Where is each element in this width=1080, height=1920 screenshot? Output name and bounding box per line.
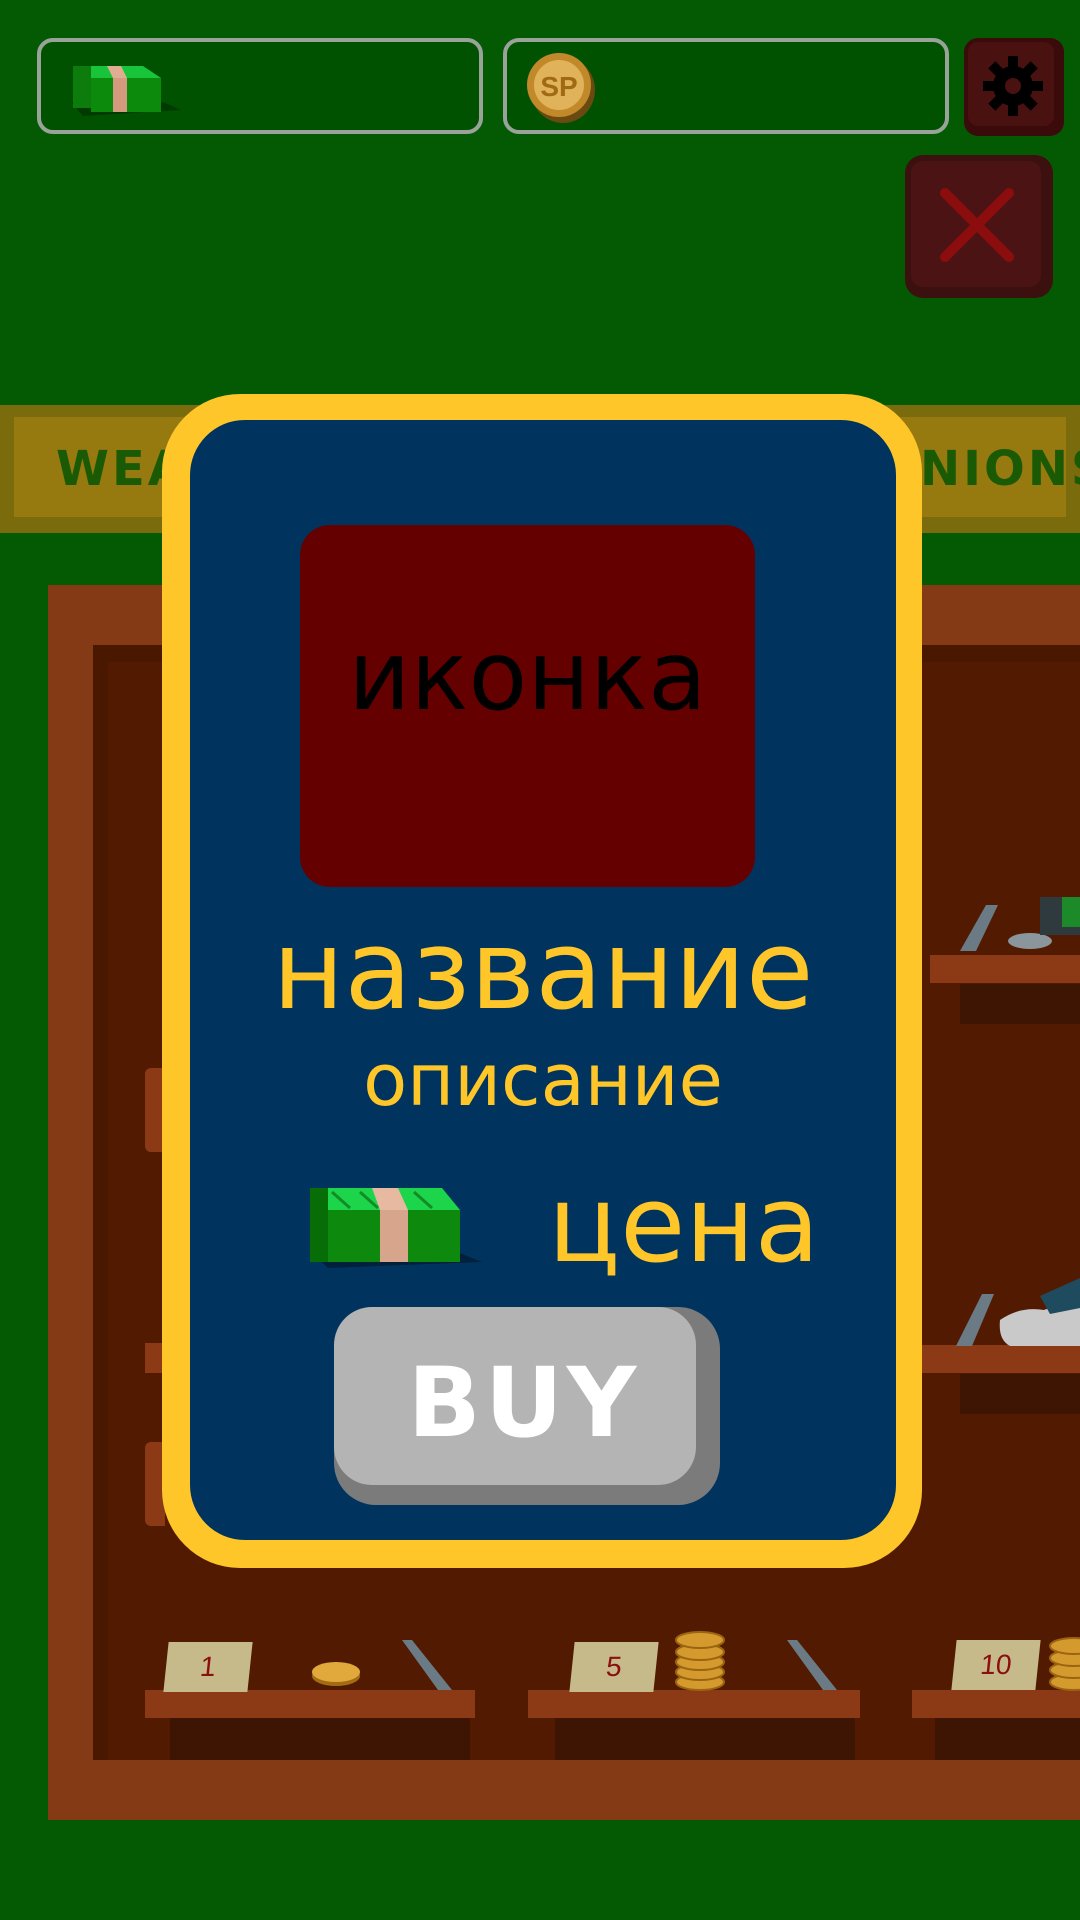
- tab-minions-label: NIONS: [920, 441, 1080, 497]
- shelf: [145, 1690, 475, 1718]
- price-tag-5[interactable]: 5: [569, 1642, 659, 1692]
- shelf: [930, 955, 1080, 983]
- buy-button[interactable]: BUY: [334, 1307, 720, 1505]
- gear-icon: [983, 56, 1043, 116]
- cash-counter: [37, 38, 483, 134]
- boots-item: [956, 1278, 1080, 1346]
- shelf: [528, 1690, 860, 1718]
- close-button[interactable]: [905, 155, 1053, 298]
- item-name: название: [272, 906, 814, 1034]
- close-icon: [940, 188, 1014, 262]
- price-tag-1[interactable]: 1: [163, 1642, 253, 1692]
- coin-pile-small: [312, 1662, 360, 1686]
- sp-counter: SP: [503, 38, 949, 134]
- stand-icon: [787, 1640, 837, 1690]
- coin-stack-large: [1049, 1637, 1080, 1691]
- coin-label: SP: [540, 71, 577, 102]
- sp-coin-icon: SP: [527, 53, 595, 123]
- item-description: описание: [363, 1038, 723, 1122]
- coin-stack-medium: [675, 1631, 725, 1691]
- item-icon-text: иконка: [348, 620, 707, 732]
- cash-stack-icon: [310, 1188, 482, 1268]
- shelf-shadow: [555, 1718, 855, 1760]
- shelf-shadow: [960, 984, 1080, 1024]
- tool-item: [960, 897, 1080, 951]
- shelf: [912, 1690, 1080, 1718]
- item-price: цена: [548, 1163, 820, 1286]
- settings-button[interactable]: [964, 38, 1064, 136]
- shelf-shadow: [170, 1718, 470, 1760]
- shelf-shadow: [935, 1718, 1080, 1760]
- cash-stack-icon: [71, 66, 181, 116]
- buy-button-label: BUY: [407, 1347, 641, 1459]
- stand-icon: [402, 1640, 452, 1690]
- price-tag-10[interactable]: 10: [951, 1640, 1041, 1690]
- shelf-shadow: [960, 1374, 1080, 1414]
